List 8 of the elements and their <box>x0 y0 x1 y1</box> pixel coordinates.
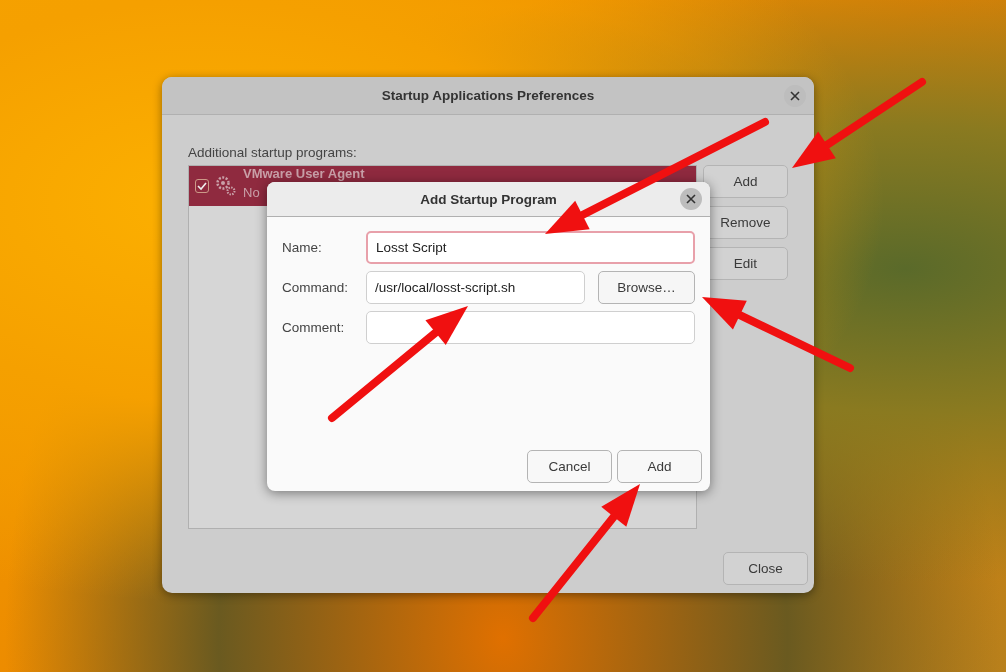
window-title: Startup Applications Preferences <box>381 88 595 103</box>
field-label: Name: <box>282 240 323 255</box>
field-label: Comment: <box>282 320 346 335</box>
program-description: No <box>243 185 261 201</box>
list-label: Additional startup programs: <box>188 145 358 160</box>
dialog-title: Add Startup Program <box>420 191 557 207</box>
program-name: VMware User Agent <box>243 167 365 181</box>
field-label: Command: <box>282 280 350 295</box>
